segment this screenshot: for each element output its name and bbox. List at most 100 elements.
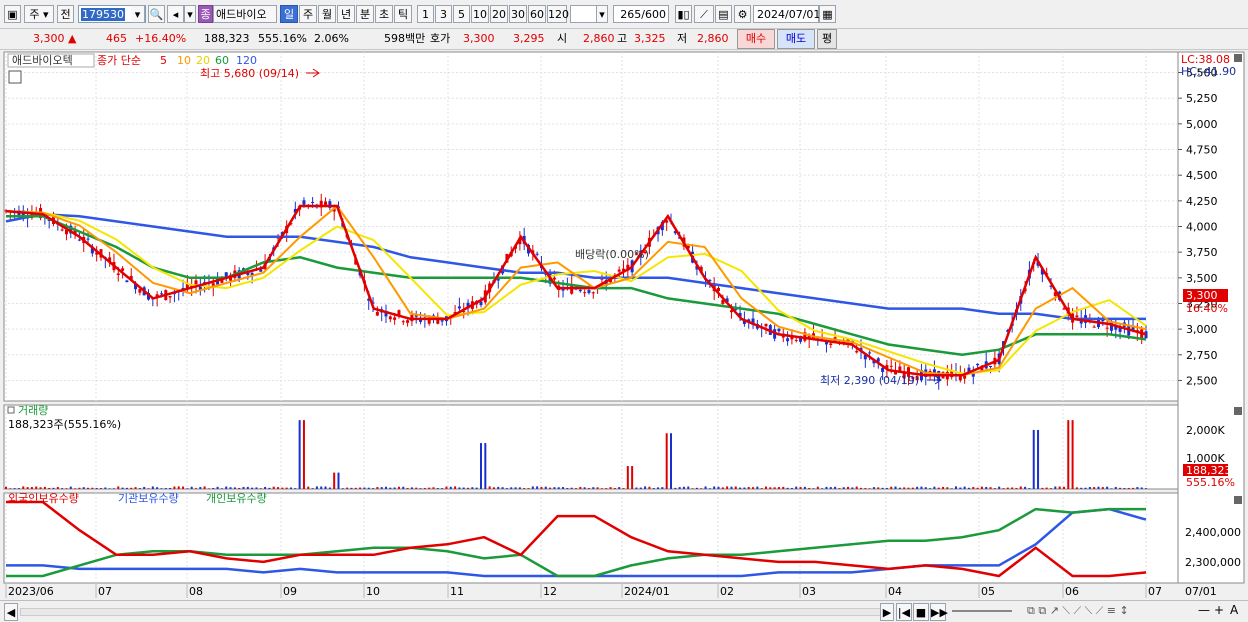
count-value: 265 bbox=[620, 8, 642, 21]
speaker-dropdown-icon[interactable]: ▾ bbox=[184, 5, 196, 23]
volume-bar bbox=[691, 488, 694, 489]
period-1[interactable]: 주 bbox=[299, 5, 317, 23]
volume-bar bbox=[570, 487, 573, 489]
volume-bar bbox=[432, 487, 435, 489]
volume-bar bbox=[955, 486, 957, 489]
interval-60[interactable]: 60 bbox=[528, 5, 546, 23]
draw-tool-icon[interactable]: ⟋ bbox=[694, 5, 714, 23]
scroll-right-button[interactable]: ▶ bbox=[880, 603, 894, 621]
volume-bar bbox=[916, 486, 919, 489]
scrollbar-track[interactable] bbox=[20, 608, 882, 616]
volume-bar bbox=[920, 486, 923, 489]
stop-button[interactable]: ■ bbox=[913, 603, 929, 621]
period-5[interactable]: 초 bbox=[375, 5, 393, 23]
first-button[interactable]: |◀ bbox=[896, 603, 912, 621]
volume-bar bbox=[328, 487, 331, 489]
volume-bar bbox=[488, 486, 491, 489]
volume-bar bbox=[30, 487, 33, 489]
period-0[interactable]: 일 bbox=[280, 5, 298, 23]
volume-bar bbox=[56, 486, 59, 489]
period-3[interactable]: 년 bbox=[337, 5, 355, 23]
x-tick-label: 09 bbox=[283, 585, 297, 598]
candle-type-icon[interactable]: ▮▯ bbox=[675, 5, 692, 23]
interval-1[interactable]: 1 bbox=[417, 5, 434, 23]
layout-icon[interactable]: ▣ bbox=[4, 5, 21, 23]
sell-button[interactable]: 매도 bbox=[777, 29, 815, 49]
volume-bar bbox=[1015, 488, 1018, 489]
x-tick-label: 2024/01 bbox=[624, 585, 670, 598]
count-field[interactable]: 265/600 bbox=[613, 5, 669, 23]
volume-bar bbox=[1080, 487, 1083, 489]
period-4[interactable]: 분 bbox=[356, 5, 374, 23]
interval-dropdown-icon[interactable]: ▾ bbox=[596, 5, 608, 23]
interval-10[interactable]: 10 bbox=[471, 5, 489, 23]
date-field[interactable]: 2024/07/01 bbox=[753, 5, 820, 23]
volume-bar bbox=[726, 486, 729, 489]
interval-120[interactable]: 120 bbox=[547, 5, 569, 23]
interval-30[interactable]: 30 bbox=[509, 5, 527, 23]
volume-bar bbox=[847, 486, 850, 489]
zoom-in-button[interactable]: + bbox=[1214, 603, 1224, 617]
interval-5[interactable]: 5 bbox=[453, 5, 470, 23]
holding-close-icon[interactable] bbox=[1234, 496, 1242, 504]
volume-bar bbox=[682, 486, 685, 489]
volume-bar bbox=[182, 486, 185, 489]
drawing-tools-icon[interactable]: ⧉ ⧉ ↗ ⟍ ⟋ ⟍ ⟋ ≡ ↕ bbox=[1027, 604, 1129, 618]
ma-legend-120: 120 bbox=[236, 54, 257, 67]
candle-body bbox=[777, 328, 781, 332]
candle-body bbox=[552, 277, 556, 280]
stock-chart[interactable]: 5,5005,2505,0004,7504,5004,2504,0003,750… bbox=[0, 50, 1248, 601]
volume-bar bbox=[860, 487, 862, 489]
volume-bar bbox=[277, 487, 280, 489]
zoom-out-button[interactable]: — bbox=[1198, 603, 1210, 617]
volume-bar bbox=[195, 488, 197, 489]
volume-bar bbox=[613, 487, 616, 489]
volume-bar bbox=[661, 487, 664, 489]
volume-bar bbox=[22, 486, 25, 489]
search-icon[interactable]: 🔍 bbox=[148, 5, 165, 23]
period-6[interactable]: 틱 bbox=[394, 5, 412, 23]
hc-label: HC:-41.90 bbox=[1181, 65, 1236, 78]
price-close-icon[interactable] bbox=[1234, 54, 1242, 62]
holding-tick-2300000: 2,300,000 bbox=[1185, 556, 1241, 569]
scroll-left-button[interactable]: ◀ bbox=[4, 603, 18, 621]
volume-bar bbox=[1097, 486, 1100, 489]
stock-tag: 종 bbox=[198, 5, 213, 23]
calendar-icon[interactable]: ▦ bbox=[819, 5, 836, 23]
auto-scale-button[interactable]: A bbox=[1230, 603, 1238, 617]
volume-bar bbox=[993, 488, 996, 489]
individual-legend: 개인보유수량 bbox=[206, 492, 267, 505]
zoom-slider[interactable] bbox=[952, 610, 1012, 612]
volume-bar bbox=[69, 486, 72, 489]
volume-bar bbox=[959, 487, 962, 489]
gear-icon[interactable]: ⚙ bbox=[734, 5, 751, 23]
volume-bar bbox=[268, 487, 271, 489]
even-button[interactable]: 평 bbox=[817, 29, 837, 49]
interval-20[interactable]: 20 bbox=[490, 5, 508, 23]
volume-bar bbox=[894, 486, 897, 489]
volume-panel-marker bbox=[7, 406, 15, 414]
volume-close-icon[interactable] bbox=[1234, 407, 1242, 415]
volume-value: 188,323 bbox=[204, 32, 250, 45]
price-badge: 3,300 bbox=[1186, 289, 1218, 302]
prev-button[interactable]: 전 bbox=[57, 5, 74, 23]
high-value: 3,325 bbox=[634, 32, 666, 45]
candle-body bbox=[786, 338, 790, 342]
fast-forward-button[interactable]: ▶▶ bbox=[930, 603, 948, 621]
code-dropdown-icon[interactable]: ▾ bbox=[131, 5, 145, 23]
volume-bar bbox=[549, 487, 552, 489]
volume-bar bbox=[17, 488, 20, 489]
volume-bar bbox=[350, 487, 353, 489]
speaker-icon[interactable]: ◂ bbox=[167, 5, 184, 23]
volume-value-label: 188,323주(555.16%) bbox=[8, 418, 121, 431]
interval-3[interactable]: 3 bbox=[435, 5, 452, 23]
buy-button[interactable]: 매수 bbox=[737, 29, 775, 49]
volume-bar bbox=[1037, 429, 1040, 489]
volume-bar bbox=[285, 487, 288, 489]
period-type-select[interactable]: 주 ▾ bbox=[24, 5, 54, 23]
volume-bar bbox=[341, 488, 344, 489]
period-2[interactable]: 월 bbox=[318, 5, 336, 23]
save-icon[interactable]: ▤ bbox=[715, 5, 732, 23]
table-icon[interactable] bbox=[8, 70, 22, 84]
volume-bar bbox=[82, 487, 85, 489]
